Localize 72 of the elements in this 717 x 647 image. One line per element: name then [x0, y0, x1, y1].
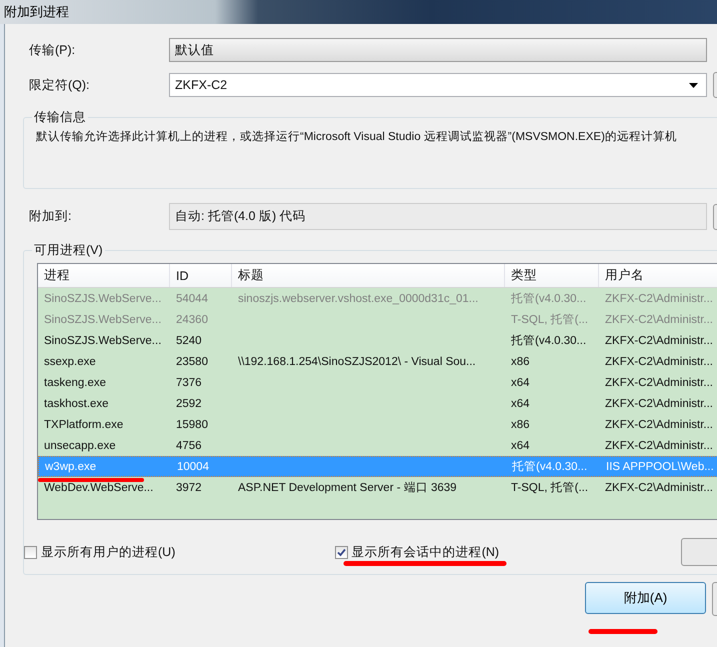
table-cell-text: T-SQL, 托管(... [510, 312, 590, 327]
table-cell-text: WebDev.WebServe... [43, 482, 154, 494]
table-cell-text: SinoSZJS.WebServe... [43, 334, 162, 346]
table-cell-text: ZKFX-C2\Administr... [604, 376, 714, 388]
table-cell-text: x64 [510, 376, 531, 388]
field-label: 限定符(Q): [28, 76, 91, 94]
table-cell-text: 3972 [175, 482, 203, 494]
attach-to-field[interactable]: 自动: 托管(4.0 版) 代码 [169, 203, 707, 230]
group-title: 传输信息 [32, 109, 88, 126]
table-cell-text: ZKFX-C2\Administr... [604, 292, 714, 304]
table-cell-text: 15980 [175, 418, 209, 430]
transport-dropdown[interactable]: 默认值 [169, 38, 707, 62]
table-cell-text: 托管(v4.0.30... [511, 460, 588, 474]
process-row[interactable]: TXPlatform.exe 15980 x86 ZKFX-C2\Administr... [38, 414, 717, 435]
table-cell-text: taskhost.exe [43, 398, 110, 410]
table-cell-text: ssexp.exe [43, 356, 97, 368]
table-cell-text: SinoSZJS.WebServe... [43, 314, 162, 326]
process-row[interactable]: WebDev.WebServe... 3972 ASP.NET Development Server - 端口 3639 T-SQL, 托管(... ZKFX-C2\Administr... [38, 477, 717, 498]
checkbox[interactable] [334, 546, 348, 558]
table-cell-text: ZKFX-C2\Administr... [604, 398, 714, 410]
process-row[interactable]: unsecapp.exe 4756 x64 ZKFX-C2\Administr... [38, 435, 717, 456]
table-cell-text: ASP.NET Development Server - 端口 3639 [237, 480, 458, 495]
checkbox-label: 显示所有会话中的进程(N) [352, 544, 500, 560]
column-header[interactable]: 标题 [232, 264, 505, 287]
table-cell-text: x64 [510, 398, 531, 410]
table-cell-text: x86 [510, 356, 531, 368]
process-row[interactable]: taskeng.exe 7376 x64 ZKFX-C2\Administr... [38, 372, 717, 393]
column-header[interactable]: 进程 [38, 264, 170, 287]
table-cell-text: TXPlatform.exe [43, 418, 124, 430]
table-cell-text: ZKFX-C2\Administr... [604, 418, 714, 430]
column-header[interactable]: 用户名 [599, 264, 717, 287]
table-cell-text: x64 [510, 440, 531, 452]
table-cell-text: 4756 [175, 440, 203, 452]
table-cell-text: ZKFX-C2\Administr... [604, 356, 714, 368]
field-label: 传输(P): [28, 42, 76, 58]
qualifier-dropdown[interactable]: ZKFX-C2 [169, 73, 707, 97]
group-title: 可用进程(V) [32, 242, 105, 259]
table-cell-text: ZKFX-C2\Administr... [604, 482, 714, 494]
column-header[interactable]: ID [170, 264, 232, 287]
dropdown-arrow-icon [689, 82, 698, 88]
checkbox-label: 显示所有用户的进程(U) [41, 544, 176, 560]
process-row[interactable]: SinoSZJS.WebServe... 5240 托管(v4.0.30... ZKFX-C2\Administr... [38, 330, 717, 351]
table-cell-text: T-SQL, 托管(... [510, 480, 590, 495]
table-cell-text: 7376 [175, 376, 203, 388]
table-cell-text: 托管(v4.0.30... [510, 292, 588, 306]
table-cell-text: ZKFX-C2\Administr... [604, 314, 714, 326]
table-cell-text: x86 [510, 418, 531, 430]
table-cell-text: \\192.168.1.254\SinoSZJS2012\ - Visual Sou... [237, 356, 477, 368]
table-cell-text: 5240 [175, 334, 203, 346]
underline-annotation [588, 628, 658, 635]
table-cell-text: unsecapp.exe [43, 440, 117, 452]
table-cell-text: 10004 [176, 460, 210, 472]
table-cell-text: 23580 [175, 356, 209, 368]
table-cell-text: taskeng.exe [43, 376, 108, 388]
field-label: 附加到: [28, 208, 72, 225]
table-cell-text: sinoszjs.webserver.vshost.exe_0000d31c_01... [237, 292, 480, 304]
process-row[interactable]: ssexp.exe 23580 \\192.168.1.254\SinoSZJS2012\ - Visual Sou... x86 ZKFX-C2\Administr... [38, 351, 717, 372]
table-cell-text: ZKFX-C2\Administr... [604, 440, 714, 452]
table-cell-text: IIS APPPOOL\Web... [605, 460, 715, 472]
column-header[interactable]: 类型 [505, 264, 599, 287]
attach-button[interactable]: 附加(A) [585, 582, 706, 614]
table-cell-text: 托管(v4.0.30... [510, 334, 588, 348]
window-title: 附加到进程 [4, 3, 69, 21]
table-cell-text: 2592 [175, 398, 203, 410]
table-cell-text: SinoSZJS.WebServe... [43, 292, 162, 304]
table-cell-text: w3wp.exe [44, 460, 98, 472]
table-cell-text: ZKFX-C2\Administr... [604, 334, 714, 346]
info-text: 默认传输允许选择此计算机上的进程，或选择运行“Microsoft Visual Studio 远程调试监视器”(MSVSMON.EXE)的远程计算机 [36, 130, 678, 144]
checkbox[interactable] [24, 546, 37, 558]
table-cell-text: 24360 [175, 314, 209, 326]
table-cell-text: 54044 [175, 292, 209, 304]
process-row[interactable]: taskhost.exe 2592 x64 ZKFX-C2\Administr... [38, 393, 717, 414]
